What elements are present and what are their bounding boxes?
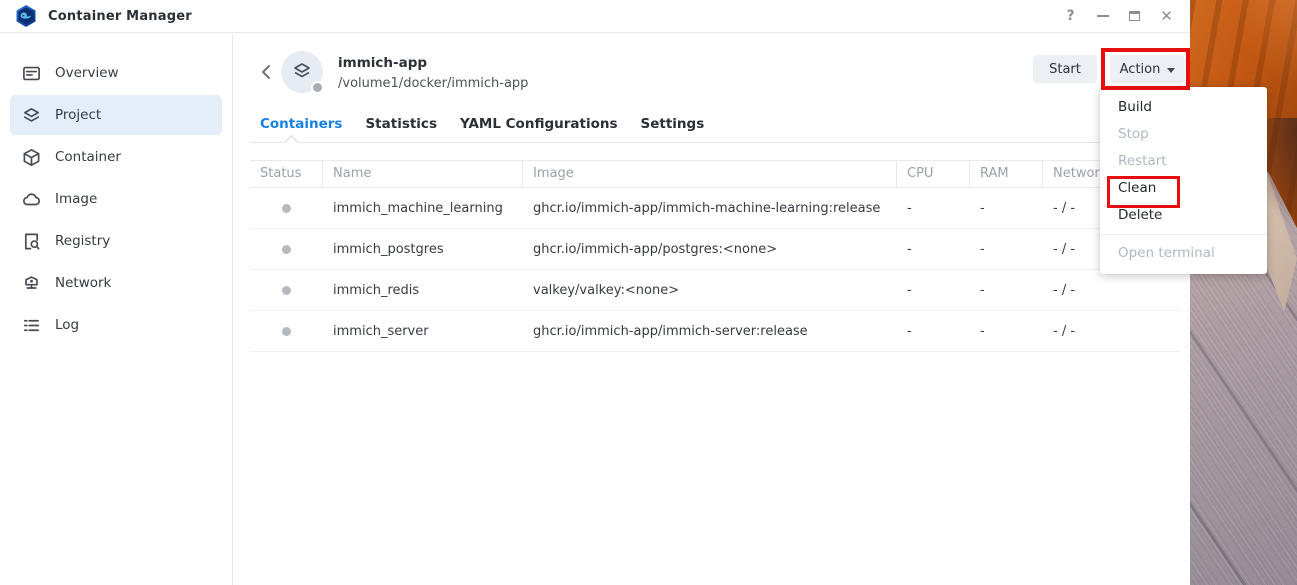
container-network-cell: - / - [1043,311,1180,351]
screen: Container Manager ? ✕ Overview Project C… [0,0,1297,585]
container-network-cell: - / - [1043,270,1180,310]
container-name-cell: immich_redis [323,270,523,310]
container-cpu-cell: - [897,188,970,228]
sidebar-item-image[interactable]: Image [10,179,222,219]
project-status-badge [311,81,324,94]
window-controls: ? ✕ [1061,7,1176,26]
column-header-image[interactable]: Image [523,161,897,187]
tab-bar: Containers Statistics YAML Configurations S… [260,116,704,138]
container-icon [22,148,41,167]
menu-item-restart: Restart [1100,148,1267,175]
help-button[interactable]: ? [1061,7,1080,26]
chevron-left-icon [260,64,272,80]
container-cpu-cell: - [897,311,970,351]
network-icon [22,274,41,293]
table-header: Status Name Image CPU RAM Network [250,160,1180,188]
sidebar-item-overview[interactable]: Overview [10,53,222,93]
tab-statistics[interactable]: Statistics [365,116,437,138]
image-icon [22,190,41,209]
status-dot [282,204,291,213]
tab-yaml-configurations[interactable]: YAML Configurations [460,116,618,138]
log-icon [22,316,41,335]
table-body: immich_machine_learning ghcr.io/immich-a… [250,188,1180,352]
column-header-status[interactable]: Status [250,161,323,187]
container-ram-cell: - [970,270,1043,310]
container-image-cell: ghcr.io/immich-app/immich-server:release [523,311,897,351]
container-ram-cell: - [970,229,1043,269]
container-cpu-cell: - [897,229,970,269]
close-icon: ✕ [1160,9,1173,24]
title-bar: Container Manager ? ✕ [0,0,1190,33]
status-dot [282,327,291,336]
tab-containers[interactable]: Containers [260,116,342,138]
maximize-icon [1129,11,1140,21]
menu-item-build[interactable]: Build [1100,94,1267,121]
sidebar-item-log[interactable]: Log [10,305,222,345]
table-row[interactable]: immich_machine_learning ghcr.io/immich-a… [250,188,1180,229]
sidebar-item-network[interactable]: Network [10,263,222,303]
container-name-cell: immich_postgres [323,229,523,269]
sidebar-item-registry[interactable]: Registry [10,221,222,261]
tab-settings[interactable]: Settings [641,116,705,138]
minimize-button[interactable] [1093,7,1112,26]
container-image-cell: ghcr.io/immich-app/postgres:<none> [523,229,897,269]
sidebar-item-project[interactable]: Project [10,95,222,135]
app-title: Container Manager [48,9,192,24]
back-button[interactable] [255,59,277,85]
table-row[interactable]: immich_server ghcr.io/immich-app/immich-… [250,311,1180,352]
registry-icon [22,232,41,251]
container-ram-cell: - [970,188,1043,228]
container-name-cell: immich_server [323,311,523,351]
column-header-cpu[interactable]: CPU [897,161,970,187]
project-layers-icon [290,60,314,84]
status-dot [282,245,291,254]
menu-separator [1100,234,1267,235]
app-window: Container Manager ? ✕ Overview Project C… [0,0,1190,585]
project-path: /volume1/docker/immich-app [338,76,528,91]
maximize-button[interactable] [1125,7,1144,26]
close-button[interactable]: ✕ [1157,7,1176,26]
project-icon [22,106,41,125]
container-image-cell: valkey/valkey:<none> [523,270,897,310]
sidebar: Overview Project Container Image Registr… [0,34,233,585]
container-manager-app-icon [14,4,38,28]
table-row[interactable]: immich_postgres ghcr.io/immich-app/postg… [250,229,1180,270]
column-header-ram[interactable]: RAM [970,161,1043,187]
container-cpu-cell: - [897,270,970,310]
status-dot [282,286,291,295]
annotation-highlight-action [1101,48,1190,90]
container-name-cell: immich_machine_learning [323,188,523,228]
menu-item-stop: Stop [1100,121,1267,148]
sidebar-item-container[interactable]: Container [10,137,222,177]
menu-item-open-terminal: Open terminal [1100,240,1267,267]
start-button[interactable]: Start [1033,55,1097,83]
tab-bar-divider [250,142,1180,143]
column-header-name[interactable]: Name [323,161,523,187]
minimize-icon [1097,15,1109,17]
container-ram-cell: - [970,311,1043,351]
overview-icon [22,64,41,83]
annotation-highlight-clean [1107,176,1180,208]
table-row[interactable]: immich_redis valkey/valkey:<none> - - - … [250,270,1180,311]
project-name: immich-app [338,55,427,71]
container-image-cell: ghcr.io/immich-app/immich-machine-learni… [523,188,897,228]
